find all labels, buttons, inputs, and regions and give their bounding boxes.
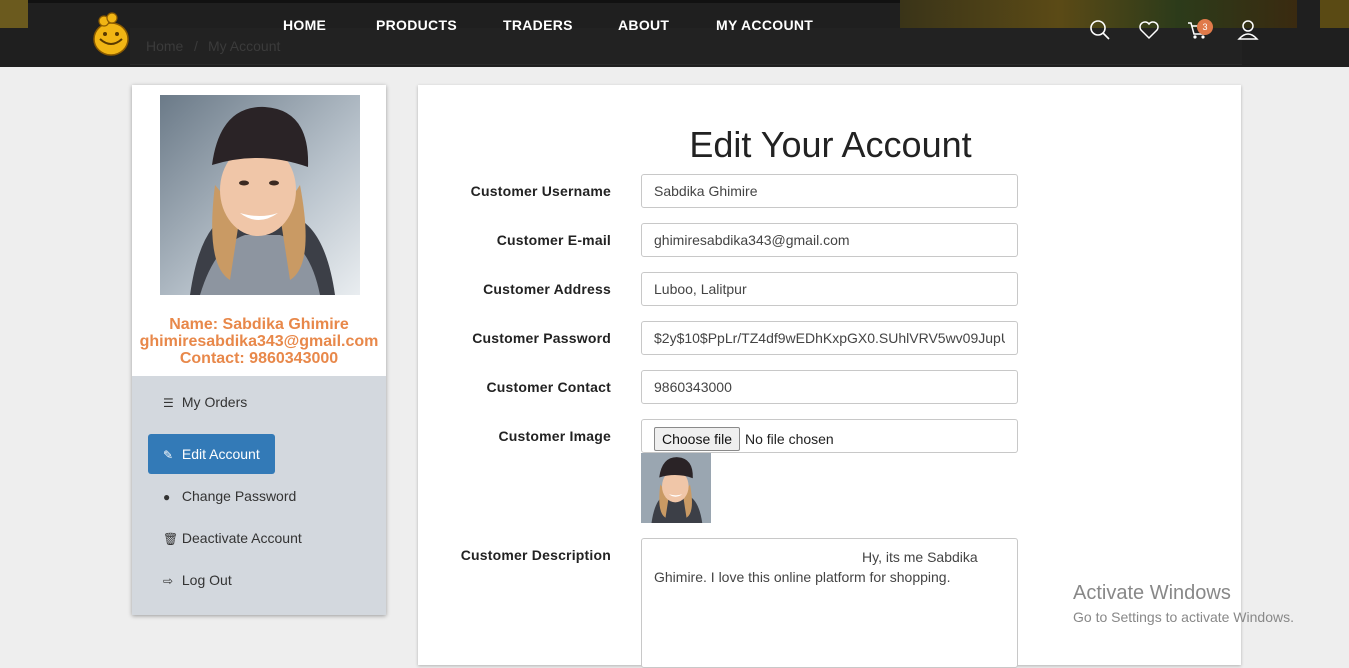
top-navigation-bar: Home / My Account HOME PRODUCTS TRADERS … [0, 0, 1349, 67]
file-status: No file chosen [745, 431, 834, 447]
breadcrumb-separator: / [194, 38, 198, 54]
menu-change-password[interactable]: ● Change Password [148, 476, 311, 516]
menu-log-out[interactable]: ⇨ Log Out [148, 560, 247, 600]
banner-strip [28, 0, 900, 3]
menu-my-orders[interactable]: ☰ My Orders [148, 382, 262, 422]
nav-traders[interactable]: TRADERS [503, 17, 573, 33]
username-input[interactable] [641, 174, 1018, 208]
address-input[interactable] [641, 272, 1018, 306]
windows-activation-watermark: Activate Windows Go to Settings to activ… [1073, 582, 1294, 625]
nav-my-account[interactable]: MY ACCOUNT [716, 17, 813, 33]
banner-strip [1320, 0, 1349, 28]
contact-label: Customer Contact [486, 379, 611, 395]
breadcrumb-home[interactable]: Home [146, 38, 183, 54]
watermark-subtitle: Go to Settings to activate Windows. [1073, 609, 1294, 625]
description-textarea[interactable]: Hy, its me Sabdika Ghimire. I love this … [641, 538, 1018, 668]
profile-contact: Contact: 9860343000 [179, 350, 339, 367]
list-icon: ☰ [163, 396, 174, 410]
profile-name: Name: Sabdika Ghimire [169, 316, 349, 333]
email-input[interactable] [641, 223, 1018, 257]
password-label: Customer Password [472, 330, 611, 346]
menu-label: Log Out [181, 572, 232, 588]
email-label: Customer E-mail [496, 232, 611, 248]
pencil-icon: ✎ [163, 448, 174, 462]
nav-home[interactable]: HOME [283, 17, 326, 33]
site-logo[interactable] [92, 12, 130, 56]
breadcrumb: Home / My Account [130, 28, 1242, 65]
address-label: Customer Address [483, 281, 611, 297]
heart-icon[interactable] [1138, 19, 1160, 41]
watermark-title: Activate Windows [1073, 582, 1231, 604]
image-file-input: Choose file No file chosen [641, 419, 1018, 453]
password-input[interactable] [641, 321, 1018, 355]
banner-strip [0, 0, 28, 28]
image-label: Customer Image [498, 428, 611, 444]
page-title: Edit Your Account [689, 124, 972, 165]
contact-input[interactable] [641, 370, 1018, 404]
menu-label: Deactivate Account [181, 530, 302, 546]
search-icon[interactable] [1089, 19, 1111, 41]
cart-count-badge: 3 [1197, 19, 1213, 35]
profile-info: Name: Sabdika Ghimire ghimiresabdika343@… [132, 316, 386, 367]
choose-file-button[interactable]: Choose file [654, 427, 741, 451]
breadcrumb-my-account: My Account [208, 38, 281, 54]
sign-out-icon: ⇨ [163, 574, 174, 588]
description-label: Customer Description [460, 547, 611, 563]
current-image-thumbnail [641, 453, 711, 523]
menu-label: Change Password [181, 488, 297, 504]
nav-about[interactable]: ABOUT [618, 17, 669, 33]
account-menu: ☰ My Orders ✎ Edit Account ● Change Pass… [132, 376, 386, 615]
user-icon[interactable] [1237, 19, 1259, 41]
user-icon: ● [163, 490, 171, 504]
menu-label: My Orders [181, 394, 248, 410]
trash-icon: 🗑 [163, 532, 179, 546]
profile-email: ghimiresabdika343@gmail.com [139, 333, 379, 350]
menu-deactivate-account[interactable]: 🗑 Deactivate Account [148, 518, 317, 558]
menu-label: Edit Account [181, 446, 260, 462]
nav-products[interactable]: PRODUCTS [376, 17, 457, 33]
username-label: Customer Username [470, 183, 611, 199]
menu-edit-account[interactable]: ✎ Edit Account [148, 434, 275, 474]
